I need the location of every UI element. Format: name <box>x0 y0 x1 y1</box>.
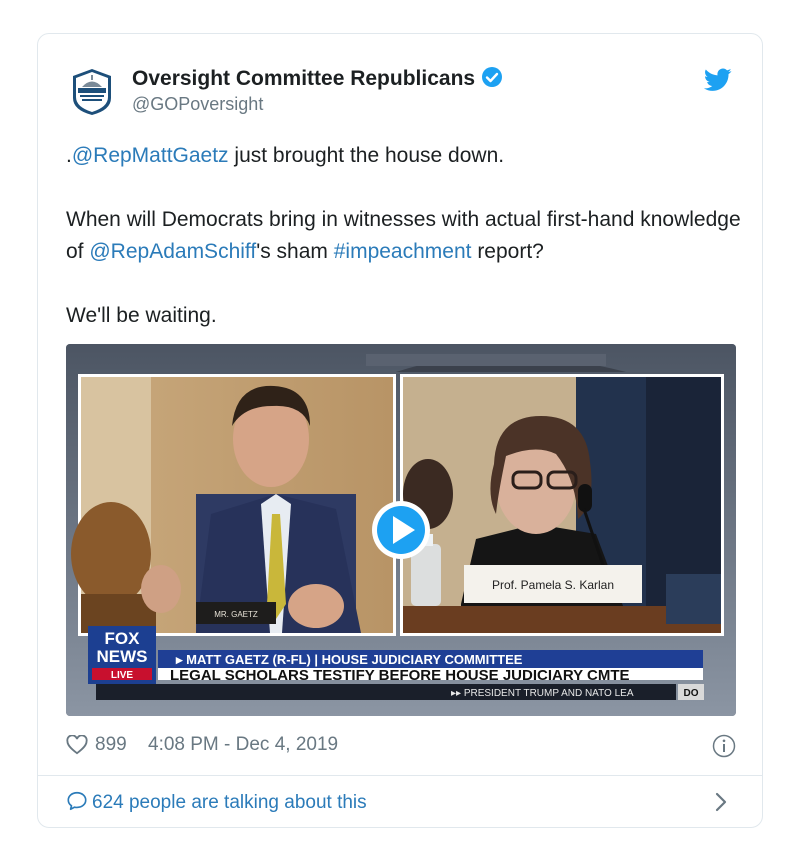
video-player[interactable]: MR. GAETZ Prof. Pamela S. Karlan FOX NEW… <box>66 344 736 716</box>
left-video-panel: MR. GAETZ <box>71 374 396 636</box>
conversation-link[interactable]: 624 people are talking about this <box>66 790 367 818</box>
tweet-timestamp[interactable]: 4:08 PM - Dec 4, 2019 <box>148 734 338 756</box>
ticker-text: ▸▸ PRESIDENT TRUMP AND NATO LEA <box>451 688 634 699</box>
tweet-paragraph-3: We'll be waiting. <box>66 304 217 327</box>
right-video-panel: Prof. Pamela S. Karlan <box>400 374 724 636</box>
info-icon[interactable] <box>712 734 736 764</box>
live-badge: LIVE <box>111 670 134 681</box>
account-name[interactable]: Oversight Committee Republicans <box>132 66 503 94</box>
ticker-tag: DO <box>684 688 699 699</box>
mention-link-schiff[interactable]: @RepAdamSchiff <box>89 240 256 263</box>
like-count[interactable]: 899 <box>95 734 127 756</box>
tweet-card: Oversight Committee Republicans @GOPover… <box>37 33 763 828</box>
heart-icon[interactable] <box>66 734 88 761</box>
chyron-title: ▸ MATT GAETZ (R-FL) | HOUSE JUDICIARY CO… <box>175 652 523 667</box>
tweet-meta: 899 4:08 PM - Dec 4, 2019 <box>66 734 736 758</box>
hashtag-link-impeachment[interactable]: #impeachment <box>334 240 472 263</box>
verified-badge-icon <box>481 66 503 94</box>
twitter-bird-icon[interactable] <box>703 68 732 97</box>
left-nameplate: MR. GAETZ <box>214 610 258 619</box>
play-icon <box>372 501 430 559</box>
network-logo-fox: FOX <box>105 629 141 648</box>
network-logo-news: NEWS <box>97 647 148 666</box>
chevron-right-icon[interactable] <box>714 792 728 817</box>
divider <box>38 775 762 776</box>
account-handle[interactable]: @GOPoversight <box>132 94 263 115</box>
conversation-count-label: 624 people are talking about this <box>92 792 367 813</box>
avatar-seal-icon[interactable] <box>72 68 112 116</box>
right-nameplate: Prof. Pamela S. Karlan <box>492 578 614 592</box>
tweet-paragraph-2: When will Democrats bring in witnesses w… <box>66 208 741 263</box>
comment-bubble-icon <box>66 790 88 818</box>
chyron-subtitle: LEGAL SCHOLARS TESTIFY BEFORE HOUSE JUDI… <box>170 667 630 684</box>
tweet-text: .@RepMattGaetz just brought the house do… <box>66 140 746 364</box>
mention-link-gaetz[interactable]: @RepMattGaetz <box>72 144 229 167</box>
tweet-paragraph-1: .@RepMattGaetz just brought the house do… <box>66 144 505 167</box>
